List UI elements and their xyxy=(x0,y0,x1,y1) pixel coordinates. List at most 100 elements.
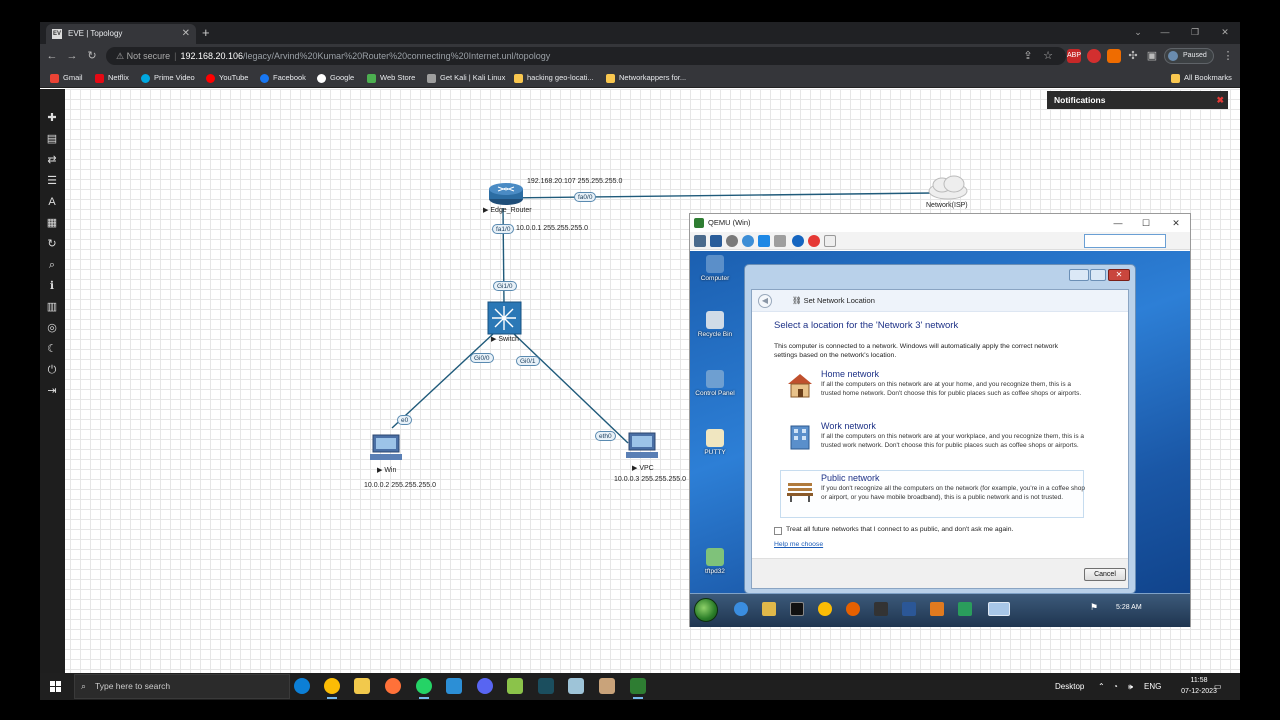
port-gi1-0[interactable]: Gi1/0 xyxy=(493,281,517,291)
network-app-icon[interactable] xyxy=(902,602,916,616)
qemu-maximize-icon[interactable]: ☐ xyxy=(1132,214,1160,232)
qemu-info-icon[interactable] xyxy=(792,235,804,247)
vpc-node-label[interactable]: ▶ VPC xyxy=(632,464,654,472)
tray-flag-icon[interactable]: ⚑ xyxy=(1090,602,1104,616)
public-network-title: Public network xyxy=(821,473,880,483)
whatsapp-icon[interactable] xyxy=(416,678,432,699)
router-node-label[interactable]: ▶ Edge_Router xyxy=(483,206,532,214)
qemu-task-icon[interactable] xyxy=(630,678,646,699)
windows-start-icon[interactable] xyxy=(50,681,61,692)
desktop-icon-recycle-bin[interactable]: Recycle Bin xyxy=(690,311,740,338)
wireshark-icon[interactable] xyxy=(958,602,972,616)
qemu-windows-key-icon[interactable] xyxy=(758,235,770,247)
explorer-icon[interactable] xyxy=(762,602,776,616)
win-pc-shape xyxy=(370,434,402,460)
back-arrow-icon[interactable]: ◀ xyxy=(758,294,772,308)
work-network-desc: If all the computers on this network are… xyxy=(821,433,1085,449)
house-icon xyxy=(788,374,812,398)
work-network-title: Work network xyxy=(821,421,876,431)
port-e0[interactable]: e0 xyxy=(397,415,413,425)
desktop-icon-tftpd32[interactable]: tftpd32 xyxy=(690,548,740,575)
desktop-icon-control-panel[interactable]: Control Panel xyxy=(690,370,740,397)
volume-icon[interactable]: 🕪 xyxy=(1128,673,1133,700)
dialog-close-icon[interactable]: ✕ xyxy=(1108,269,1130,281)
cloud-node-label[interactable]: Network(ISP) xyxy=(926,202,968,209)
dialog-content: ◀ ⛓ Set Network Location Select a locati… xyxy=(751,289,1129,589)
chrome-icon[interactable] xyxy=(324,678,340,699)
language-indicator[interactable]: ENG xyxy=(1144,673,1161,700)
qemu-search-input[interactable] xyxy=(1084,234,1166,248)
taskbar-search-input[interactable]: ⌕ Type here to search xyxy=(74,674,290,699)
qemu-window[interactable]: QEMU (Win) — ☐ ✕ Computer Recycle Bin Co… xyxy=(689,213,1191,627)
treat-public-label[interactable]: Treat all future networks that I connect… xyxy=(786,526,1013,533)
help-me-choose-link[interactable]: Help me choose xyxy=(774,541,823,548)
firefox-icon[interactable] xyxy=(385,678,401,694)
screen: EV EVE | Topology ✕ + ⌄ — ❐ ✕ ← → ↻ ⚠ No… xyxy=(40,22,1240,700)
port-gi0-1[interactable]: Gi0/1 xyxy=(516,356,540,366)
port-fa1-0[interactable]: fa1/0 xyxy=(492,224,515,234)
cmd-icon[interactable] xyxy=(790,602,804,616)
tray-chevron-icon[interactable]: ⌃ xyxy=(1098,673,1105,700)
option-public-network[interactable]: Public network If you don't recognize al… xyxy=(780,470,1085,518)
qemu-minimize-icon[interactable]: — xyxy=(1104,214,1132,232)
tool-icon[interactable] xyxy=(568,678,584,694)
vpc-ip: 10.0.0.3 255.255.255.0 xyxy=(614,476,687,483)
vpc-pc-shape xyxy=(626,432,658,458)
public-network-desc: If you don't recognize all the computers… xyxy=(821,485,1085,501)
archive-icon[interactable] xyxy=(599,678,615,694)
dialog-minimize-icon[interactable] xyxy=(1069,269,1089,281)
qemu-stop-icon[interactable] xyxy=(808,235,820,247)
edge-icon[interactable] xyxy=(294,678,310,694)
win7-clock: 5:28 AM xyxy=(1116,604,1142,611)
app-icon[interactable] xyxy=(446,678,462,694)
desktop-label[interactable]: Desktop xyxy=(1055,673,1084,700)
port-fa0-0[interactable]: fa0/0 xyxy=(574,192,597,202)
desktop-icon-computer[interactable]: Computer xyxy=(690,255,740,282)
port-eth0[interactable]: eth0 xyxy=(595,431,616,441)
option-home-network[interactable]: Home network If all the computers on thi… xyxy=(780,366,1084,414)
tool-icon[interactable] xyxy=(930,602,944,616)
qemu-gear-icon[interactable] xyxy=(726,235,738,247)
qemu-settings-icon[interactable] xyxy=(694,235,706,247)
qemu-screenshot-icon[interactable] xyxy=(774,235,786,247)
port-gi0-0[interactable]: Gi0/0 xyxy=(470,353,494,363)
qemu-fullscreen-icon[interactable] xyxy=(710,235,722,247)
search-icon: ⌕ xyxy=(81,681,87,691)
link-switch-vpc xyxy=(513,333,629,444)
ie-icon[interactable] xyxy=(734,602,748,616)
win7-desktop[interactable]: Computer Recycle Bin Control Panel PUTTY… xyxy=(690,251,1190,627)
cancel-button[interactable]: Cancel xyxy=(1084,568,1126,581)
dialog-title: Set Network Location xyxy=(803,296,875,305)
win-node-label[interactable]: ▶ Win xyxy=(377,466,396,474)
chrome-icon[interactable] xyxy=(818,602,832,616)
terminal-icon[interactable] xyxy=(538,678,554,694)
dialog-maximize-icon[interactable] xyxy=(1090,269,1106,281)
link-switch-win xyxy=(391,333,494,429)
firefox-icon[interactable] xyxy=(846,602,860,616)
notepad-icon[interactable] xyxy=(507,678,523,694)
windows-taskbar: ⌕ Type here to search Desktop ⌃ ◔ 🕪 ENG … xyxy=(40,673,1240,700)
router-shape xyxy=(489,183,523,205)
app-icon[interactable] xyxy=(874,602,888,616)
win7-start-orb[interactable] xyxy=(694,598,718,622)
qemu-refresh-icon[interactable] xyxy=(742,235,754,247)
notification-center-icon[interactable]: ▭ xyxy=(1214,673,1222,700)
file-explorer-icon[interactable] xyxy=(354,678,370,694)
network-wifi-icon[interactable]: ◔ xyxy=(1113,673,1118,700)
park-bench-icon xyxy=(787,483,813,502)
cloud-shape xyxy=(928,175,968,200)
set-network-location-dialog[interactable]: ✕ ◀ ⛓ Set Network Location Select a loca… xyxy=(744,264,1136,594)
qemu-logo-icon xyxy=(694,218,704,228)
desktop-icon-putty[interactable]: PUTTY xyxy=(690,429,740,456)
switch-shape xyxy=(487,301,522,335)
treat-public-checkbox[interactable] xyxy=(774,527,782,535)
option-work-network[interactable]: Work network If all the computers on thi… xyxy=(780,418,1084,466)
qemu-title: QEMU (Win) xyxy=(708,218,751,227)
switch-node-label[interactable]: ▶ Switch xyxy=(491,335,519,343)
qemu-titlebar[interactable]: QEMU (Win) — ☐ ✕ xyxy=(690,214,1190,232)
network-location-task-icon[interactable] xyxy=(988,602,1010,616)
link-router-cloud xyxy=(505,192,933,199)
qemu-close-icon[interactable]: ✕ xyxy=(1162,214,1190,232)
discord-icon[interactable] xyxy=(477,678,493,694)
qemu-power-icon[interactable] xyxy=(824,235,836,247)
